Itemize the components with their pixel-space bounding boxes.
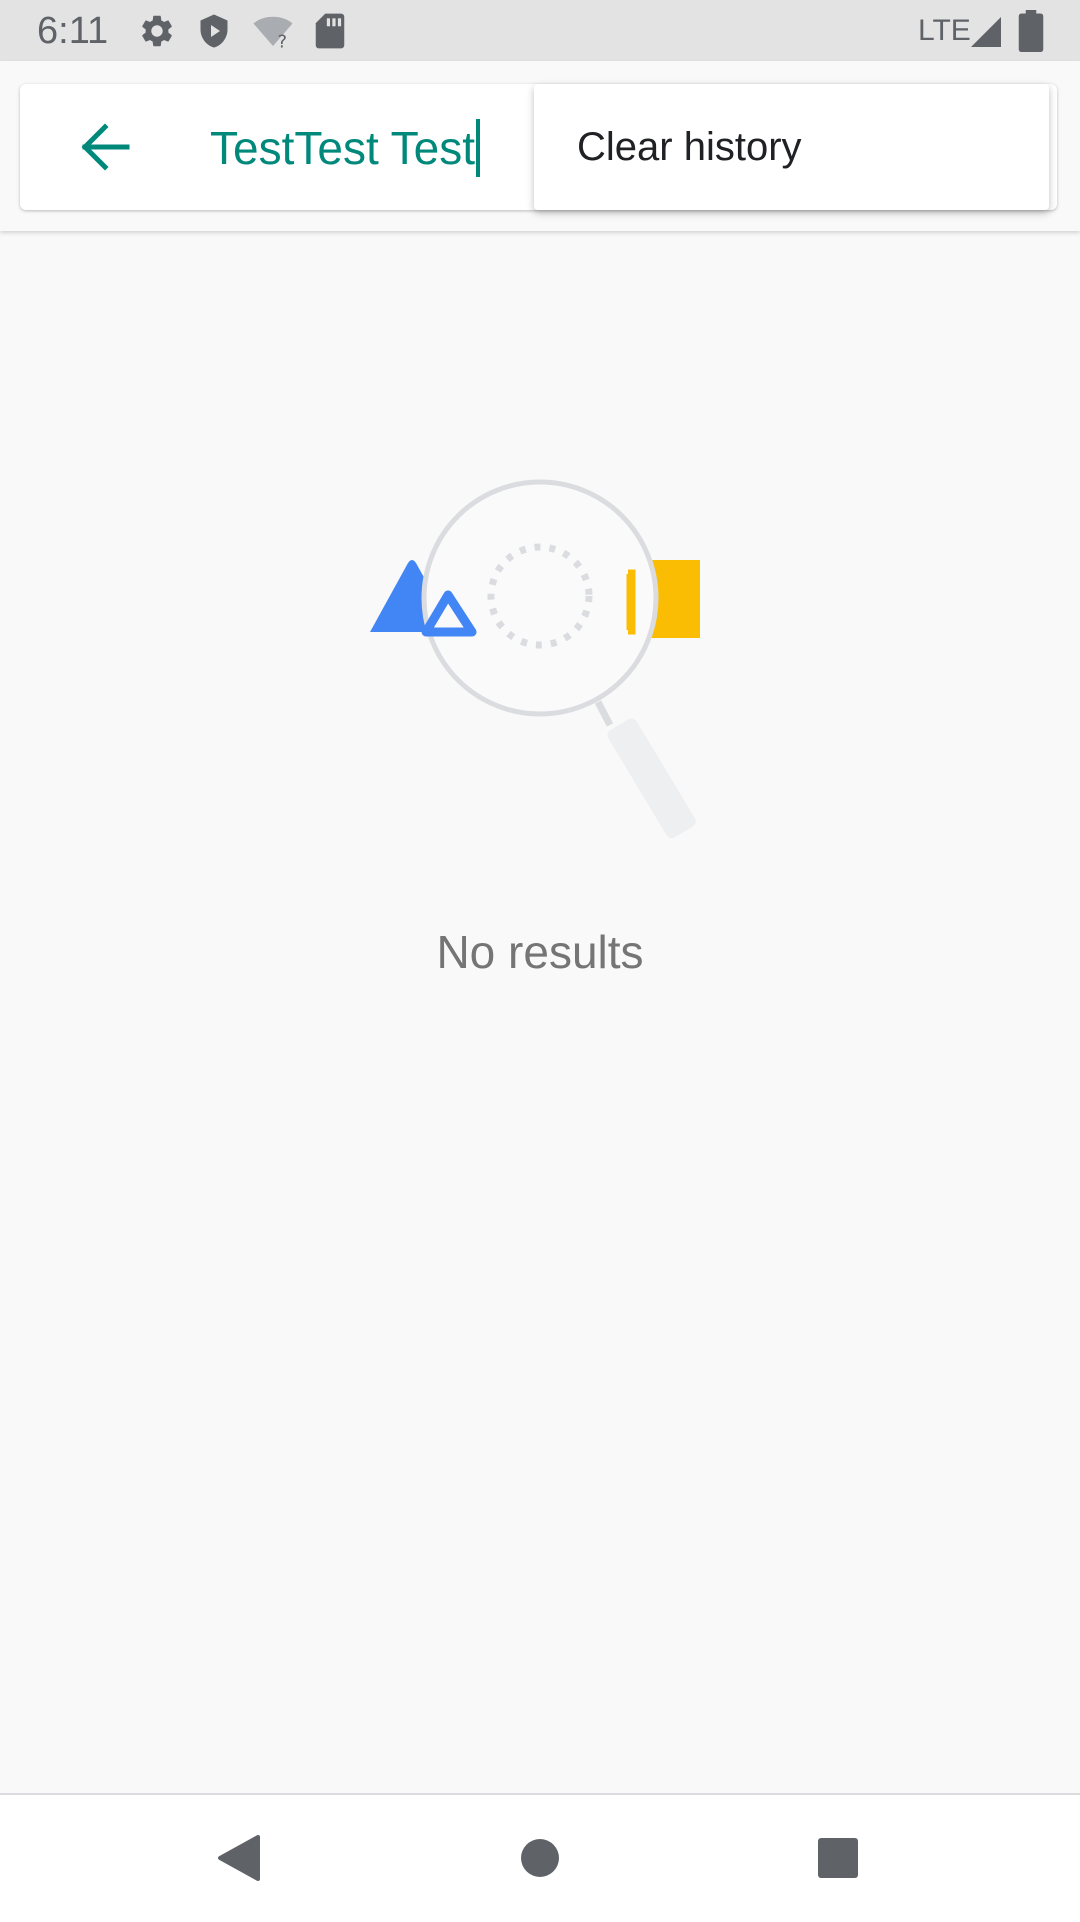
cell-signal-icon [971, 17, 1001, 47]
sd-card-icon [315, 13, 345, 49]
text-cursor [476, 119, 481, 177]
nav-back-button[interactable] [206, 1825, 272, 1891]
magnifier-neck [594, 700, 614, 727]
back-button[interactable] [65, 114, 145, 180]
menu-item-label: Clear history [577, 124, 802, 169]
shield-play-icon [200, 14, 228, 48]
gear-icon [142, 15, 172, 47]
arrow-back-icon [81, 123, 130, 171]
home-circle-icon [521, 1839, 559, 1877]
nav-home-button[interactable] [507, 1825, 573, 1891]
recents-square-icon [818, 1838, 858, 1878]
magnifier-handle [607, 718, 696, 839]
status-time: 6:11 [37, 10, 109, 52]
svg-text:?: ? [278, 32, 288, 51]
search-query-text: TestTest Test [210, 122, 476, 174]
search-input[interactable]: TestTest Test [210, 108, 481, 188]
back-triangle-icon [218, 1835, 260, 1881]
network-type-label: LTE [918, 14, 971, 47]
system-navigation-bar [0, 1793, 1080, 1922]
magnifier-lens [421, 479, 659, 717]
battery-icon [1018, 10, 1044, 52]
magnifier-no-results-icon [370, 479, 700, 839]
rectangle-shape-magnified [626, 569, 636, 635]
status-bar: 6:11 ? LTE [0, 0, 1080, 61]
nav-recents-button[interactable] [805, 1825, 871, 1891]
no-results-message: No results [436, 926, 644, 978]
menu-item-clear-history[interactable]: Clear history [534, 84, 1049, 210]
wifi-unknown-icon: ? [253, 16, 293, 51]
overflow-menu: Clear history [534, 84, 1049, 210]
